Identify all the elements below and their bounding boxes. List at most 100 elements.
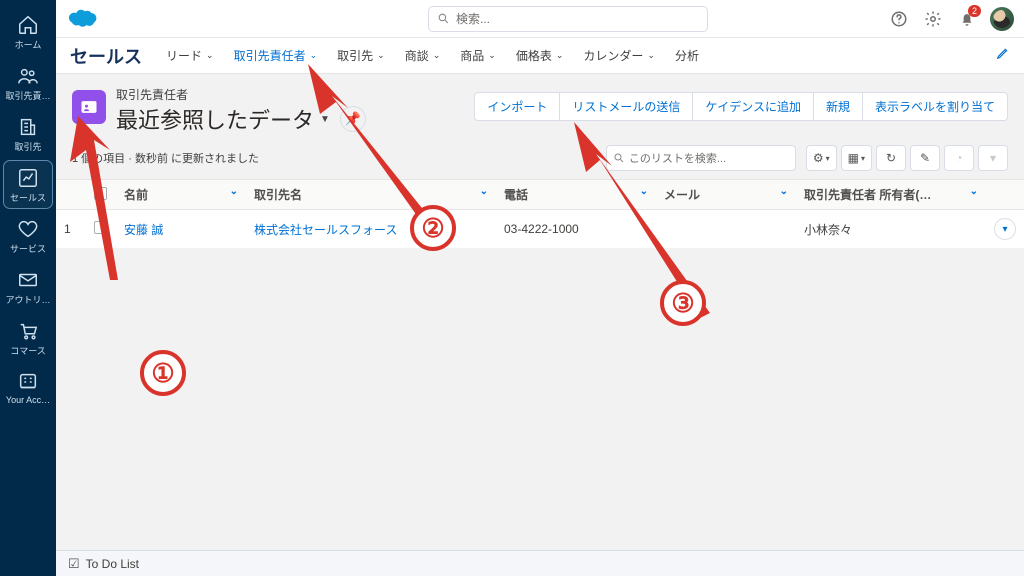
list-search-placeholder: このリストを検索... [629,150,726,166]
utility-bar: ☑ To Do List [56,550,1024,576]
nav-label: 分析 [675,47,699,64]
building-icon [17,116,39,138]
pie-icon: ◔ [955,151,962,165]
new-button[interactable]: 新規 [814,92,863,121]
pencil-icon: ✎ [920,151,930,165]
pin-list-button[interactable]: 📌 [340,106,366,132]
nav-label: 商品 [460,47,484,64]
object-label: 取引先責任者 [116,86,366,103]
list-meta-text: 1 個の項目 · 数秒前 に更新されました [72,150,259,166]
cell-account-link[interactable]: 株式会社セールスフォース [254,223,397,237]
nav-item-pricebooks[interactable]: 価格表 ⌄ [516,47,564,64]
global-search-input[interactable]: 検索... [428,6,708,32]
nav-item-calendar[interactable]: カレンダー⌄ [583,47,655,64]
col-owner[interactable]: 取引先責任者 所有者(… [804,188,931,202]
col-phone[interactable]: 電話 [504,188,528,202]
cell-email [656,210,796,249]
import-button[interactable]: インポート [474,92,560,121]
select-all-checkbox[interactable] [94,187,107,200]
refresh-icon: ↻ [886,151,896,165]
people-icon [17,65,39,87]
chevron-down-icon: ⌄ [488,50,496,61]
user-avatar[interactable] [990,7,1014,31]
sort-icon[interactable]: ⌄ [640,186,648,197]
page-body: 取引先責任者 最近参照したデータ ▼ 📌 インポート リストメールの送信 ケイデ… [56,74,1024,550]
sort-icon[interactable]: ⌄ [230,186,238,197]
sort-icon[interactable]: ⌄ [480,186,488,197]
vnav-item-your-account[interactable]: Your Acc… [4,365,52,409]
list-view-title[interactable]: 最近参照したデータ [116,103,314,135]
vnav-label: Your Acc… [6,395,50,405]
help-icon[interactable] [889,9,909,29]
nav-label: 価格表 [516,47,552,64]
vnav-item-commerce[interactable]: コマース [4,314,52,361]
list-meta-row: 1 個の項目 · 数秒前 に更新されました このリストを検索... ⚙▾ ▦▾ … [56,139,1024,179]
account-icon [17,371,39,393]
cell-owner: 小林奈々 [796,210,986,249]
list-settings-gear-button[interactable]: ⚙▾ [806,145,837,171]
search-placeholder: 検索... [456,10,490,27]
chevron-down-icon: ⌄ [647,50,655,61]
cell-phone: 03-4222-1000 [496,210,656,249]
list-search-input[interactable]: このリストを検索... [606,145,796,171]
vnav-label: 取引先責… [5,89,50,102]
sort-icon[interactable]: ⌄ [780,186,788,197]
inline-edit-button[interactable]: ✎ [910,145,940,171]
vnav-item-contacts[interactable]: 取引先責… [4,59,52,106]
notification-badge: 2 [968,5,981,17]
assign-labels-button[interactable]: 表示ラベルを割り当て [863,92,1008,121]
col-account[interactable]: 取引先名 [254,188,302,202]
vnav-label: コマース [10,344,46,357]
vnav-item-accounts[interactable]: 取引先 [4,110,52,157]
chevron-down-icon: ⌄ [556,50,564,61]
vnav-label: サービス [10,242,46,255]
edit-nav-pencil-icon[interactable] [996,46,1010,65]
gear-icon: ⚙ [813,151,824,165]
salesforce-logo-icon[interactable] [66,8,100,30]
vnav-label: 取引先 [14,140,41,153]
nav-label: 取引先責任者 [234,47,306,64]
nav-item-accounts[interactable]: 取引先⌄ [337,47,385,64]
nav-item-analytics[interactable]: 分析 [675,47,699,64]
todo-list-icon[interactable]: ☑ [68,556,80,572]
chevron-down-icon: ⌄ [377,50,385,61]
nav-label: リード [166,47,202,64]
display-as-table-button[interactable]: ▦▾ [841,145,872,171]
send-list-email-button[interactable]: リストメールの送信 [560,92,693,121]
app-name: セールス [70,43,142,69]
table-row[interactable]: 1 安藤 誠 株式会社セールスフォース 03-4222-1000 小林奈々 ▾ [56,210,1024,249]
setup-gear-icon[interactable] [923,9,943,29]
list-view-switcher-icon[interactable]: ▼ [320,114,330,125]
chart-icon [17,167,39,189]
col-email[interactable]: メール [664,188,700,202]
vnav-item-outreach[interactable]: アウトリ… [4,263,52,310]
vnav-item-home[interactable]: ホーム [4,8,52,55]
row-checkbox[interactable] [94,221,107,234]
nav-item-contacts[interactable]: 取引先責任者⌄ [234,47,318,64]
app-nav: セールス リード⌄ 取引先責任者⌄ 取引先⌄ 商談⌄ 商品⌄ 価格表⌄ カレンダ… [56,38,1024,74]
records-table: 名前 ⌄ 取引先名 ⌄ 電話 ⌄ メール ⌄ 取引先責任者 所有者(… ⌄ 1 安藤 誠 … [56,179,1024,249]
chevron-down-icon: ⌄ [206,50,214,61]
vnav-item-service[interactable]: サービス [4,212,52,259]
nav-item-products[interactable]: 商品 ⌄ [460,47,496,64]
refresh-button[interactable]: ↻ [876,145,906,171]
nav-item-opportunities[interactable]: 商談 ⌄ [405,47,441,64]
filter-button[interactable]: ▾ [978,145,1008,171]
chevron-down-icon: ▾ [1002,224,1007,235]
heart-icon [17,218,39,240]
notifications-bell-icon[interactable]: 2 [957,9,977,29]
sort-icon[interactable]: ⌄ [970,186,978,197]
chevron-down-icon: ⌄ [433,50,441,61]
vnav-item-sales[interactable]: セールス [4,161,52,208]
contact-object-icon [72,90,106,124]
add-to-cadence-button[interactable]: ケイデンスに追加 [693,92,814,121]
nav-item-leads[interactable]: リード ⌄ [166,47,214,64]
todo-list-button[interactable]: To Do List [86,557,139,571]
global-header: 検索... 2 [56,0,1024,38]
row-actions-button[interactable]: ▾ [994,218,1016,240]
cell-name-link[interactable]: 安藤 誠 [124,223,163,237]
col-name[interactable]: 名前 [124,188,148,202]
chart-button[interactable]: ◔ [944,145,974,171]
filter-icon: ▾ [990,151,996,165]
nav-label: 商談 [405,47,429,64]
